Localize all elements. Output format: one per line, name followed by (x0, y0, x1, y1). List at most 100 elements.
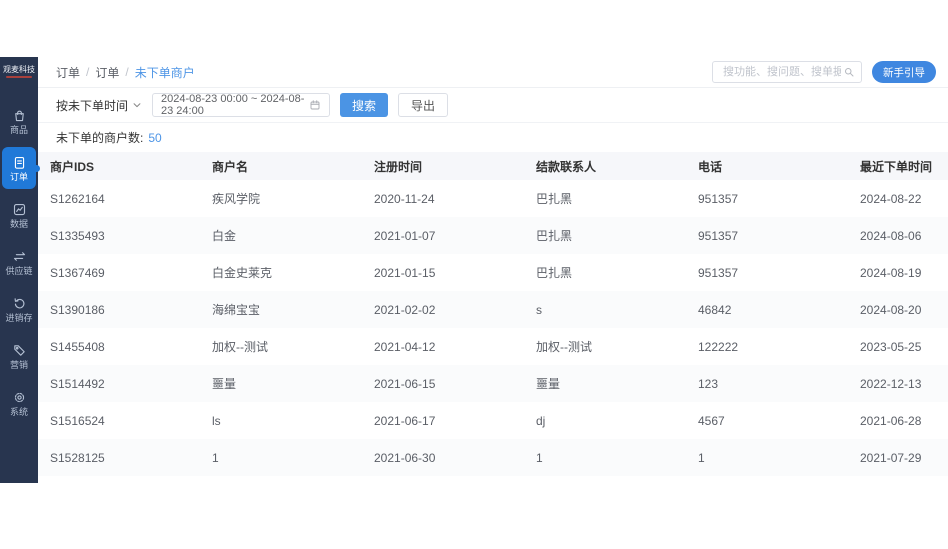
table-cell: 2021-07-29 (860, 450, 922, 465)
column-header: 商户IDS (50, 159, 95, 174)
table-cell: 951357 (698, 265, 739, 280)
table-row: S1455408 加权--测试 2021-04-12 加权--测试 122222 2023… (38, 328, 948, 365)
summary-label: 未下单的商户数: (56, 131, 144, 145)
table-cell: dj (536, 413, 546, 428)
sidebar-item-supply-chain[interactable]: 供应链 (0, 241, 38, 283)
date-range-input[interactable]: 2024-08-23 00:00 ~ 2024-08-23 24:00 (152, 93, 331, 117)
system-gear-icon (12, 390, 27, 405)
time-field-select[interactable]: 按未下单时间 (56, 97, 142, 114)
table-cell: S1335493 (50, 228, 105, 243)
table-cell: 4567 (698, 413, 725, 428)
table-cell: 噩量 (536, 377, 561, 391)
marketing-tag-icon (12, 343, 27, 358)
export-button[interactable]: 导出 (398, 93, 449, 117)
breadcrumb-item[interactable]: 订单 (95, 64, 119, 81)
column-header: 结款联系人 (536, 159, 597, 174)
sidebar-item-label: 商品 (9, 124, 28, 135)
table-cell: 2024-08-06 (860, 228, 922, 243)
sidebar-item-label: 订单 (9, 171, 28, 182)
table-cell: 加权--测试 (536, 340, 592, 354)
app-logo: 观麦科技 (3, 65, 35, 74)
sidebar-item-orders[interactable]: 订单 (2, 147, 40, 189)
table-row: S1335493 白金 2021-01-07 巴扎黑 951357 2024-08-06 (38, 217, 948, 254)
table-body: S1262164 疾风学院 2020-11-24 巴扎黑 951357 2024-08-2… (38, 180, 948, 476)
sidebar-item-goods[interactable]: 商品 (0, 100, 38, 142)
table-cell: S1514492 (50, 376, 105, 391)
data-chart-icon (12, 202, 27, 217)
table-cell: 122222 (698, 339, 739, 354)
table-cell: 1 (536, 450, 543, 465)
table-cell: 2024-08-19 (860, 265, 922, 280)
table-row: S1514492 噩量 2021-06-15 噩量 123 2022-12-13 (38, 365, 948, 402)
global-search-input[interactable] (721, 65, 843, 79)
sidebar-item-data[interactable]: 数据 (0, 194, 38, 236)
calendar-icon (310, 100, 320, 110)
table-cell: 2021-06-30 (374, 450, 436, 465)
table-cell: 白金 (212, 229, 237, 243)
sidebar-item-label: 进销存 (5, 312, 33, 323)
table-cell: 巴扎黑 (536, 229, 573, 243)
breadcrumb: 订单 / 订单 / 未下单商户 (56, 64, 195, 81)
breadcrumb-separator: / (86, 65, 90, 79)
main-content: 订单/订单/未下单商户 新手引导 按未下单时间 2024-08- (38, 57, 948, 483)
logo-underline (6, 76, 32, 78)
table-cell: 2021-01-07 (374, 228, 436, 243)
column-header: 最近下单时间 (860, 159, 933, 174)
topbar: 订单 / 订单 / 未下单商户 新手引导 (38, 57, 948, 88)
merchant-table: 商户IDS 商户名 注册时间 结款联系人 电话 最近下单时间 S1262164 疾风学院 20… (38, 152, 948, 483)
table-cell: S1390186 (50, 302, 105, 317)
sidebar-item-label: 数据 (9, 218, 28, 229)
table-cell: S1262164 (50, 191, 105, 206)
supply-chain-icon (12, 249, 27, 264)
table-cell: 1 (212, 450, 219, 465)
breadcrumb-item[interactable]: 订单 (56, 64, 80, 81)
breadcrumb-item: 未下单商户 (134, 65, 195, 80)
merchant-count: 50 (148, 130, 162, 145)
filter-row: 按未下单时间 2024-08-23 00:00 ~ 2024-08-23 24:… (38, 88, 948, 122)
table-row: S1528125 1 2021-06-30 1 1 2021-07-29 (38, 439, 948, 476)
table-cell: 2020-11-24 (374, 191, 435, 206)
table-cell: S1516524 (50, 413, 105, 428)
table-cell: S1367469 (50, 265, 105, 280)
table-cell: S1528125 (50, 450, 105, 465)
sidebar-item-label: 系统 (9, 406, 28, 417)
table-row: S1390186 海绵宝宝 2021-02-02 s 46842 2024-08-20 (38, 291, 948, 328)
table-row: S1367469 白金史莱克 2021-01-15 巴扎黑 951357 2024-08-… (38, 254, 948, 291)
search-icon[interactable] (843, 66, 855, 78)
table-cell: S1455408 (50, 339, 105, 354)
sidebar-item-marketing[interactable]: 营销 (0, 335, 38, 377)
table-cell: 2023-05-25 (860, 339, 922, 354)
table-row: S1262164 疾风学院 2020-11-24 巴扎黑 951357 2024-08-2… (38, 180, 948, 217)
sidebar-nav: 商品订单数据供应链进销存营销系统 (0, 100, 40, 429)
table-cell: 疾风学院 (212, 192, 261, 206)
sidebar-item-label: 营销 (9, 359, 28, 370)
table-cell: 123 (698, 376, 719, 391)
sidebar-item-inventory[interactable]: 进销存 (0, 288, 38, 330)
sidebar-item-label: 供应链 (5, 265, 33, 276)
goods-bag-icon (12, 108, 27, 123)
breadcrumb-separator: / (125, 65, 129, 79)
table-cell: 噩量 (212, 377, 237, 391)
table-cell: 951357 (698, 191, 739, 206)
column-header: 商户名 (212, 159, 249, 174)
table-cell: 2021-02-02 (374, 302, 436, 317)
table-cell: 2021-06-17 (374, 413, 436, 428)
table-cell: 2022-12-13 (860, 376, 922, 391)
global-search-box[interactable] (712, 61, 862, 83)
newbie-guide-button[interactable]: 新手引导 (872, 61, 936, 83)
summary-row: 未下单的商户数: 50 (38, 122, 948, 152)
table-header: 商户IDS 商户名 注册时间 结款联系人 电话 最近下单时间 (38, 152, 948, 180)
date-range-value: 2024-08-23 00:00 ~ 2024-08-23 24:00 (161, 93, 305, 117)
table-cell: 2024-08-22 (860, 191, 922, 206)
table-cell: 2024-08-20 (860, 302, 922, 317)
table-cell: 海绵宝宝 (212, 303, 261, 317)
column-header: 电话 (698, 159, 723, 174)
search-button[interactable]: 搜索 (340, 93, 389, 117)
table-cell: 巴扎黑 (536, 192, 573, 206)
table-cell: 加权--测试 (212, 340, 268, 354)
table-cell: 1 (698, 450, 705, 465)
sidebar-item-system[interactable]: 系统 (0, 382, 38, 424)
inventory-cycle-icon (12, 296, 27, 311)
sidebar: 观麦科技 商品订单数据供应链进销存营销系统 (0, 57, 40, 483)
column-header: 注册时间 (374, 159, 423, 174)
